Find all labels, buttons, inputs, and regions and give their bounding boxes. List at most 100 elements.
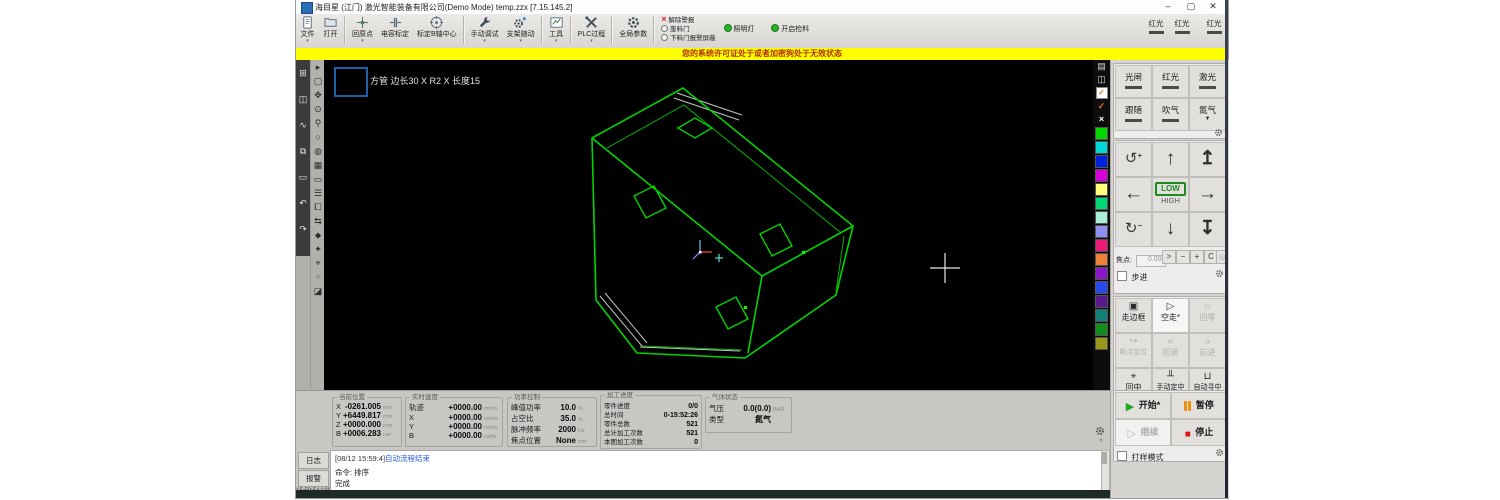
jog-right-button[interactable]: → <box>1189 177 1226 212</box>
layer-color-swatch[interactable] <box>1095 253 1108 266</box>
blow-gas-button[interactable]: 吹气 <box>1152 98 1189 131</box>
layer-color-swatch[interactable] <box>1095 323 1108 336</box>
focus-go-button[interactable]: > <box>1162 250 1176 264</box>
trace-frame-button[interactable]: ▣ 走边框 <box>1115 298 1152 333</box>
cube-icon[interactable]: ◫ <box>296 86 310 112</box>
laser-button[interactable]: 激光 <box>1189 65 1226 98</box>
layer-color-swatch[interactable] <box>1095 281 1108 294</box>
zoom-icon[interactable]: ⚲ <box>311 116 325 130</box>
eye-icon[interactable]: ⊙ <box>311 102 325 116</box>
layer-color-swatch[interactable] <box>1095 141 1108 154</box>
grid-icon[interactable]: ⊞ <box>296 60 310 86</box>
fill-icon[interactable]: ◍ <box>311 144 325 158</box>
maximize-button[interactable]: ▢ <box>1182 0 1200 13</box>
gear-icon[interactable] <box>1095 426 1105 436</box>
gas-type-button[interactable]: 氮气 ▼ <box>1189 98 1226 131</box>
undo-icon[interactable]: ↶ <box>296 190 310 216</box>
red-light-button-3[interactable]: 红光 <box>1202 18 1226 34</box>
layer-color-swatch[interactable] <box>1095 239 1108 252</box>
toolbar-file[interactable]: 文件 ▾ <box>297 15 318 47</box>
z-up-button[interactable]: ↥ <box>1189 142 1226 177</box>
shutter-button[interactable]: 光闸 <box>1115 65 1152 98</box>
rotate-plus-button[interactable]: ↺+ <box>1115 142 1152 177</box>
dry-run-button[interactable]: ▷ 空走* <box>1152 298 1189 333</box>
layer-color-swatch[interactable] <box>1095 211 1108 224</box>
toolbar-plc-process[interactable]: PLC过程 ▾ <box>575 15 609 47</box>
jog-left-button[interactable]: ← <box>1115 177 1152 212</box>
red-light-button[interactable]: 红光 <box>1152 65 1189 98</box>
log-scrollbar[interactable] <box>1101 450 1110 492</box>
red-light-button-1[interactable]: 红光 <box>1144 18 1168 34</box>
layer-color-swatch[interactable] <box>1095 127 1108 140</box>
red-light-button-2[interactable]: 红光 <box>1170 18 1194 34</box>
jog-down-button[interactable]: ↓ <box>1152 212 1189 247</box>
layer-color-swatch[interactable] <box>1095 309 1108 322</box>
stop-button[interactable]: ■ 停止 <box>1171 419 1227 446</box>
drop-icon[interactable]: ⬥ <box>311 228 325 242</box>
clear-alarm-button[interactable]: × 解除警报 <box>661 15 715 25</box>
log-tab[interactable]: 日志 <box>298 452 329 469</box>
z-down-button[interactable]: ↧ <box>1189 212 1226 247</box>
stack-icon[interactable]: ▤ <box>1093 60 1110 73</box>
toolbar-bracket-follow[interactable]: 支架随动 ▾ <box>504 15 538 47</box>
pause-button[interactable]: 暂停 <box>1171 392 1227 419</box>
layer-color-swatch[interactable] <box>1095 197 1108 210</box>
waste-door-toggle[interactable]: 废料门 <box>661 25 715 34</box>
eraser-icon[interactable]: ◪ <box>311 284 325 298</box>
sample-mode-checkbox[interactable] <box>1117 451 1127 461</box>
jog-up-button[interactable]: ↑ <box>1152 142 1189 177</box>
scrollbar-thumb[interactable] <box>1102 452 1107 464</box>
list-icon[interactable]: ☰ <box>311 186 325 200</box>
close-button[interactable]: ✕ <box>1204 0 1222 13</box>
resume-button[interactable]: ▷ 继续 <box>1115 419 1171 446</box>
swap-icon[interactable]: ⇆ <box>311 214 325 228</box>
orange-check-icon[interactable]: ✓ <box>1093 100 1110 113</box>
layer-color-swatch[interactable] <box>1095 267 1108 280</box>
rotate-minus-button[interactable]: ↻− <box>1115 212 1152 247</box>
layer-color-swatch[interactable] <box>1095 183 1108 196</box>
toolbar-b-axis-center[interactable]: 标定B轴中心 <box>414 15 460 47</box>
gear-icon[interactable] <box>1215 448 1224 457</box>
return-zero-button[interactable]: ⌂ 回零 <box>1189 298 1226 333</box>
layer-color-swatch[interactable] <box>1095 225 1108 238</box>
pan-icon[interactable]: ✥ <box>311 88 325 102</box>
start-button[interactable]: ▶ 开始* <box>1115 392 1171 419</box>
frame-icon[interactable]: ▭ <box>296 164 310 190</box>
focus-minus-button[interactable]: − <box>1176 250 1190 264</box>
unload-door-toggle[interactable]: 下料门报警屏蔽 <box>661 34 716 43</box>
gear-icon[interactable] <box>1214 128 1223 137</box>
white-x-icon[interactable]: × <box>1093 113 1110 126</box>
clamp-icon[interactable]: ◫ <box>1093 73 1110 86</box>
toolbar-capacitance-calibration[interactable]: 电容标定 <box>378 15 412 47</box>
toolbar-global-params[interactable]: 全局参数 <box>616 15 650 47</box>
box-icon[interactable]: ⧠ <box>311 200 325 214</box>
toolbar-open[interactable]: 打开 <box>320 15 341 47</box>
rect-icon[interactable]: ▭ <box>311 172 325 186</box>
collapse-chevron-icon[interactable]: ^ <box>1095 439 1107 446</box>
layer-color-swatch[interactable] <box>1095 155 1108 168</box>
speed-toggle-button[interactable]: LOW HIGH <box>1152 177 1189 212</box>
curve-icon[interactable]: ∿ <box>296 112 310 138</box>
circle-icon[interactable]: ○ <box>311 130 325 144</box>
snap-icon[interactable]: ⁘ <box>311 270 325 284</box>
layer-checkbox-icon[interactable]: ✓ <box>1095 87 1108 99</box>
step-back-button[interactable]: «回退 <box>1152 333 1189 368</box>
layer-color-swatch[interactable] <box>1095 337 1108 350</box>
toolbar-manual-debug[interactable]: 手动调试 ▾ <box>468 15 502 47</box>
toolbar-tools[interactable]: 工具 ▾ <box>546 15 567 47</box>
focus-plus-button[interactable]: + <box>1190 250 1204 264</box>
center-icon[interactable]: ⌖ <box>311 256 325 270</box>
step-checkbox[interactable] <box>1117 271 1127 281</box>
toolbar-home-origin[interactable]: 回原点 ▾ <box>349 15 376 47</box>
pointer-icon[interactable]: ▸ <box>311 60 325 74</box>
layer-color-swatch[interactable] <box>1095 295 1108 308</box>
marquee-icon[interactable]: ▢ <box>311 74 325 88</box>
alarm-tab[interactable]: 报警 <box>298 470 329 487</box>
cad-canvas[interactable]: 方管 边长30 X R2 X 长度15 <box>324 60 1093 390</box>
redo-icon[interactable]: ↷ <box>296 216 310 242</box>
layers-icon[interactable]: ⧉ <box>296 138 310 164</box>
spray-icon[interactable]: ✦ <box>311 242 325 256</box>
layer-color-swatch[interactable] <box>1095 169 1108 182</box>
minimize-button[interactable]: – <box>1159 0 1177 13</box>
follow-button[interactable]: 跟随 <box>1115 98 1152 131</box>
